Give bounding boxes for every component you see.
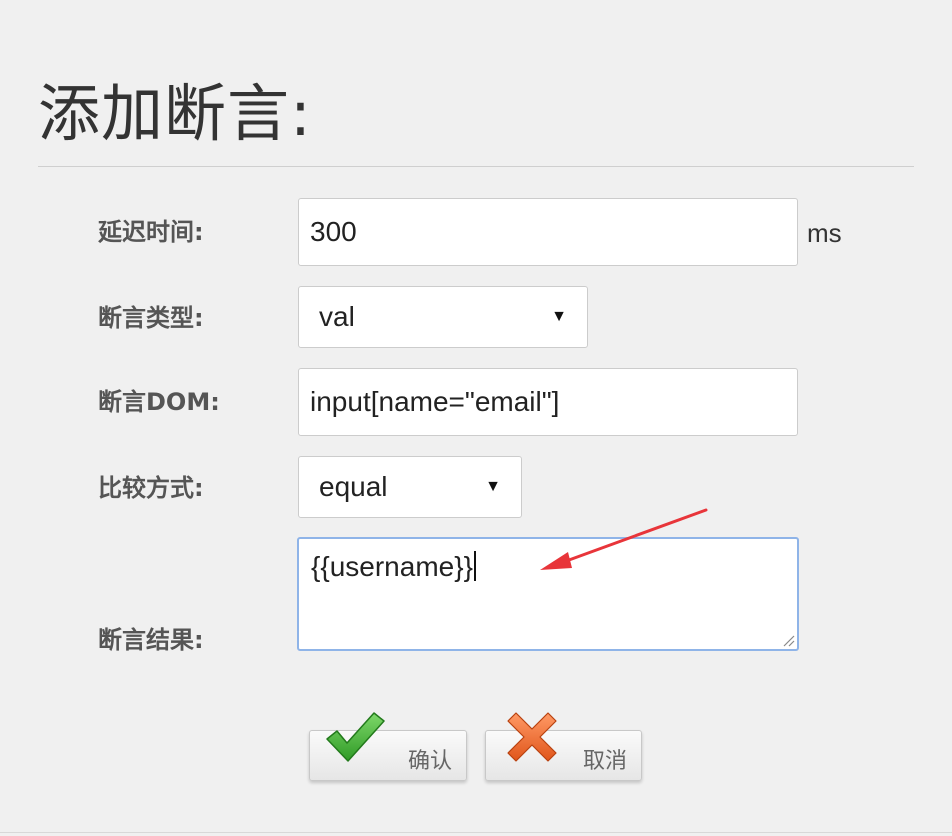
- compare-label: 比较方式:: [98, 474, 204, 502]
- assert-type-select[interactable]: val ▼: [298, 286, 588, 348]
- assert-type-selected: val: [319, 301, 355, 332]
- cross-icon: [507, 712, 557, 762]
- chevron-down-icon: ▼: [485, 478, 501, 495]
- assert-dom-label: 断言DOM:: [98, 388, 220, 416]
- assert-type-label: 断言类型:: [98, 304, 204, 332]
- annotation-arrow-icon: [540, 508, 708, 570]
- confirm-button[interactable]: 确认: [309, 712, 467, 781]
- title-divider: [38, 166, 914, 167]
- checkmark-icon: [326, 712, 385, 762]
- result-label: 断言结果:: [98, 626, 204, 654]
- text-cursor: [473, 551, 476, 581]
- cancel-button-label: 取消: [582, 749, 627, 774]
- compare-select[interactable]: equal ▼: [298, 456, 522, 518]
- confirm-button-label: 确认: [407, 749, 452, 774]
- assert-dom-input[interactable]: input[name="email"]: [298, 368, 798, 436]
- chevron-down-icon: ▼: [551, 308, 567, 325]
- delay-unit: ms: [807, 218, 842, 248]
- delay-label: 延迟时间:: [98, 218, 204, 246]
- delay-input[interactable]: 300: [298, 198, 798, 266]
- result-textarea-value: {{username}}: [311, 551, 473, 582]
- compare-selected: equal: [319, 471, 388, 502]
- resize-handle-icon[interactable]: [781, 633, 795, 647]
- assert-dom-input-value: input[name="email"]: [310, 386, 560, 417]
- dialog-title: 添加断言:: [38, 77, 312, 150]
- cancel-button[interactable]: 取消: [485, 712, 642, 781]
- delay-input-value: 300: [310, 216, 357, 247]
- bottom-divider: [0, 832, 952, 833]
